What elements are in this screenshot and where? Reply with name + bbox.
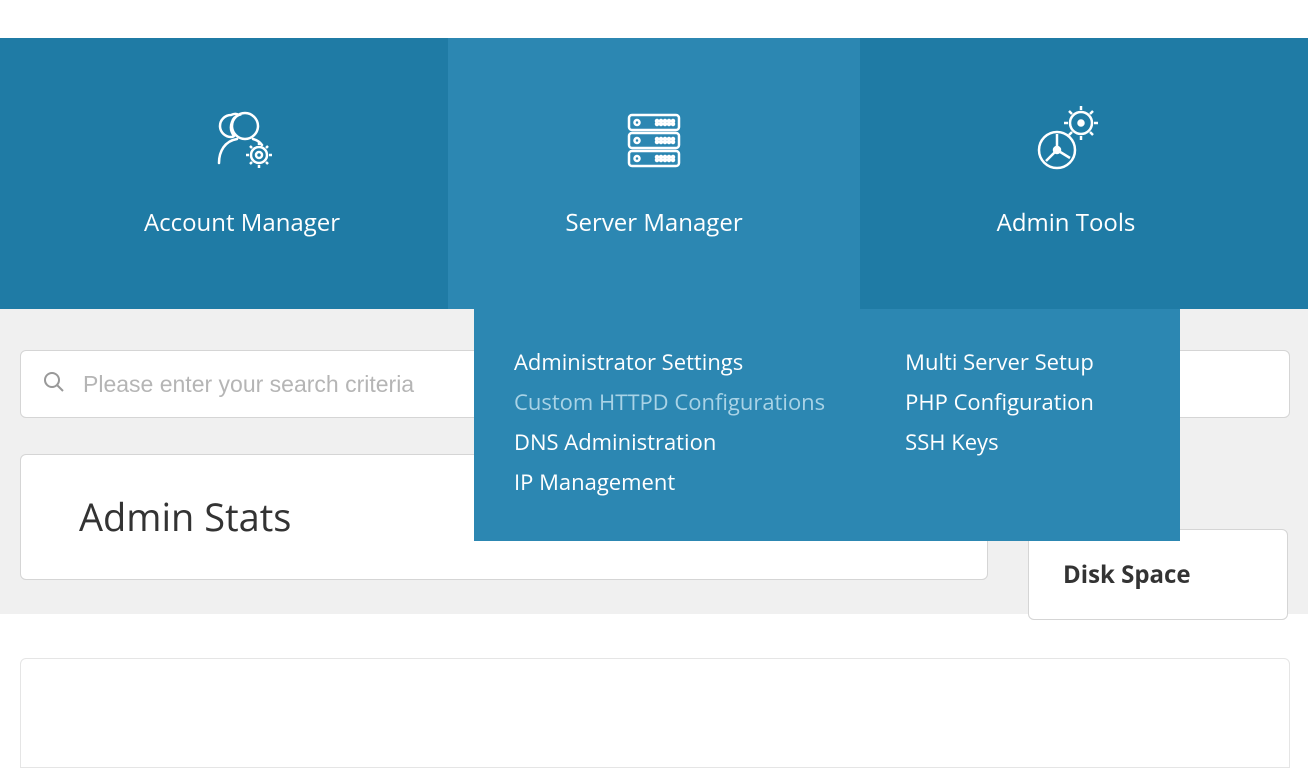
- nav-banner: Account Manager Ser: [0, 38, 1308, 309]
- dropdown-item-php-configuration[interactable]: PHP Configuration: [905, 387, 1094, 417]
- nav-item-server-manager[interactable]: Server Manager: [448, 38, 860, 309]
- dropdown-item-custom-httpd-configurations[interactable]: Custom HTTPD Configurations: [514, 387, 825, 417]
- dropdown-item-dns-administration[interactable]: DNS Administration: [514, 427, 825, 457]
- server-stack-icon: [448, 99, 860, 181]
- dropdown-item-ssh-keys[interactable]: SSH Keys: [905, 427, 1094, 457]
- dropdown-item-ip-management[interactable]: IP Management: [514, 467, 825, 497]
- gears-icon: [860, 99, 1272, 181]
- nav-label: Account Manager: [36, 206, 448, 239]
- nav-label: Server Manager: [448, 206, 860, 239]
- dropdown-item-multi-server-setup[interactable]: Multi Server Setup: [905, 347, 1094, 377]
- search-icon: [43, 371, 65, 398]
- server-manager-dropdown: Administrator Settings Custom HTTPD Conf…: [474, 309, 1180, 541]
- dropdown-item-administrator-settings[interactable]: Administrator Settings: [514, 347, 825, 377]
- nav-label: Admin Tools: [860, 206, 1272, 239]
- users-gear-icon: [36, 99, 448, 181]
- nav-item-admin-tools[interactable]: Admin Tools: [860, 99, 1272, 239]
- nav-item-account-manager[interactable]: Account Manager: [36, 99, 448, 239]
